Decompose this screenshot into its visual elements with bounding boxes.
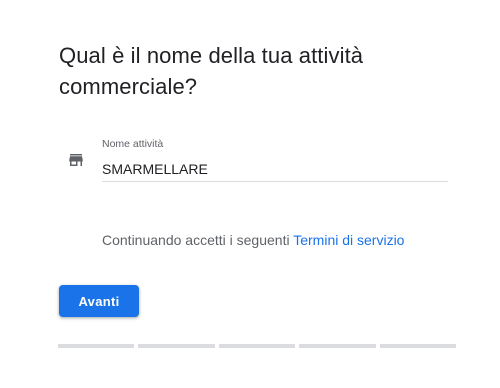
terms-of-service-link[interactable]: Termini di servizio bbox=[293, 232, 404, 248]
terms-notice: Continuando accetti i seguenti Termini d… bbox=[102, 232, 404, 248]
business-name-page: Qual è il nome della tua attività commer… bbox=[0, 0, 500, 388]
progress-bar bbox=[58, 344, 457, 348]
progress-segment bbox=[379, 344, 457, 348]
progress-segment bbox=[58, 344, 135, 348]
progress-segment bbox=[138, 344, 215, 348]
terms-text: Continuando accetti i seguenti bbox=[102, 232, 294, 248]
business-name-input[interactable] bbox=[102, 159, 448, 179]
next-button[interactable]: Avanti bbox=[59, 285, 139, 317]
progress-segment bbox=[218, 344, 296, 348]
store-icon bbox=[69, 154, 83, 166]
progress-segment bbox=[299, 344, 376, 348]
business-name-label: Nome attività bbox=[102, 138, 164, 150]
page-title: Qual è il nome della tua attività commer… bbox=[59, 43, 364, 99]
business-name-field[interactable]: Nome attività bbox=[102, 138, 448, 182]
field-underline bbox=[102, 181, 448, 182]
